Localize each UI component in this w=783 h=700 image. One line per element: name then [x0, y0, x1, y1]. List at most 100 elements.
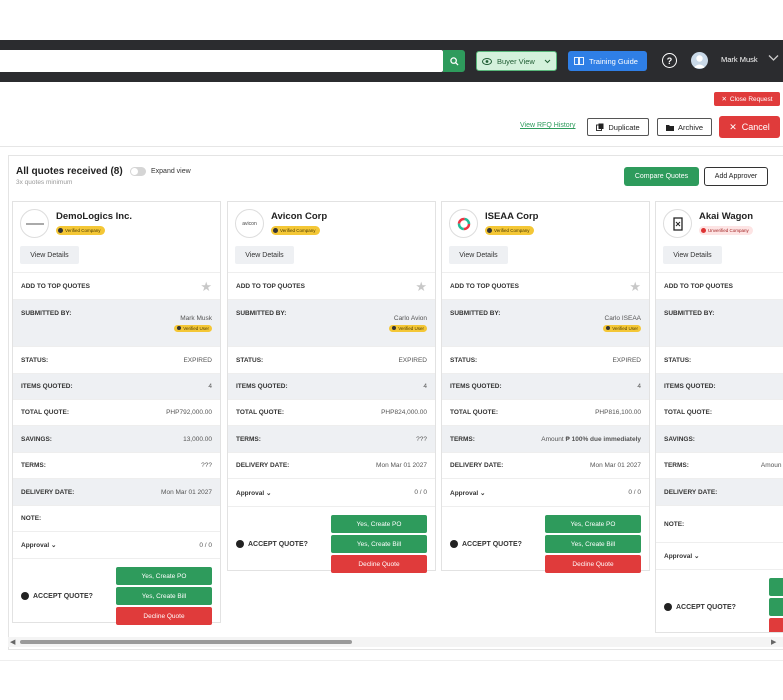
archive-button[interactable]: Archive	[657, 118, 712, 136]
submitter-name: Carlo ISEAA	[604, 314, 642, 322]
view-rfq-history-link[interactable]: View RFQ History	[520, 122, 576, 129]
chevron-down-icon: ⌄	[265, 489, 272, 497]
view-details-button[interactable]: View Details	[449, 246, 508, 264]
quote-card: DemoLogics Inc. Verified Company View De…	[12, 201, 221, 625]
training-guide-label: Training Guide	[589, 56, 638, 66]
create-bill-button[interactable]	[769, 598, 783, 616]
decline-quote-button[interactable]: Decline Quote	[545, 555, 641, 573]
vendor-logo: avicon	[235, 209, 264, 238]
cancel-button[interactable]: ✕ Cancel	[719, 116, 780, 138]
close-request-button[interactable]: ✕ Close Request	[714, 92, 780, 106]
submitted-by-label: SUBMITTED BY:	[236, 310, 287, 317]
search-input[interactable]	[0, 50, 443, 72]
total-quote-value: PHP792,000.00	[166, 409, 212, 416]
vendor-name: DemoLogics Inc.	[56, 211, 133, 222]
quote-card: ISEAA Corp Verified Company View Details…	[441, 201, 650, 573]
create-bill-button[interactable]: Yes, Create Bill	[116, 587, 212, 605]
check-icon	[273, 228, 278, 233]
delivery-date-value: Mon Mar 01 2027	[161, 488, 212, 496]
savings-label: SAVINGS:	[664, 435, 695, 443]
scroll-right-icon[interactable]: ▶	[771, 638, 776, 646]
approval-count: 0 / 0	[414, 489, 427, 496]
add-approver-button[interactable]: Add Approver	[704, 167, 768, 186]
submitter-name: Carlo Avion	[393, 314, 427, 322]
accept-quote-label: ACCEPT QUOTE?	[462, 540, 522, 548]
delivery-date-label: DELIVERY DATE:	[664, 488, 718, 496]
view-details-button[interactable]: View Details	[20, 246, 79, 264]
accept-quote-label: ACCEPT QUOTE?	[33, 592, 93, 600]
archive-label: Archive	[677, 122, 703, 132]
create-po-button[interactable]: Yes, Create PO	[545, 515, 641, 533]
total-quote-value: PHP824,000.00	[381, 409, 427, 416]
buyer-view-dropdown[interactable]: Buyer View	[476, 51, 557, 71]
items-quoted-label: ITEMS QUOTED:	[664, 383, 716, 390]
divider	[0, 146, 783, 147]
search-button[interactable]	[443, 50, 465, 72]
star-icon[interactable]: ★	[200, 280, 212, 293]
approval-dropdown[interactable]: Approval ⌄ 0 / 0	[442, 479, 649, 507]
verified-user-label: Verified User	[183, 325, 209, 331]
approval-dropdown[interactable]: Approval ⌄ 0 / 0	[13, 532, 220, 559]
unverified-company-label: Unverified Company	[708, 228, 749, 233]
user-name[interactable]: Mark Musk	[721, 55, 758, 64]
scroll-left-icon[interactable]: ◀	[10, 638, 15, 646]
create-po-button[interactable]: Yes, Create PO	[116, 567, 212, 585]
items-quoted-value: 4	[208, 383, 212, 390]
vendor-logo	[663, 209, 692, 238]
status-label: STATUS:	[236, 356, 264, 364]
view-details-button[interactable]: View Details	[663, 246, 722, 264]
check-icon	[487, 228, 492, 233]
vendor-name: ISEAA Corp	[485, 211, 539, 222]
approval-dropdown[interactable]: Approval ⌄	[656, 543, 783, 570]
book-icon	[574, 57, 584, 65]
verified-company-label: Verified Company	[65, 228, 101, 233]
note-label: NOTE:	[21, 515, 42, 522]
terms-amount: ₱ 100% due immediately	[565, 435, 641, 443]
approval-label: Approval	[21, 542, 50, 549]
verified-user-label: Verified User	[612, 325, 638, 331]
expand-view-toggle[interactable]	[130, 167, 146, 176]
delivery-date-value: Mon Mar 01 2027	[590, 462, 641, 469]
verified-user-label: Verified User	[398, 325, 424, 331]
decline-quote-button[interactable]: Decline Quote	[116, 607, 212, 625]
terms-label: TERMS:	[236, 435, 261, 443]
star-icon[interactable]: ★	[629, 280, 641, 293]
create-bill-button[interactable]: Yes, Create Bill	[545, 535, 641, 553]
verified-company-label: Verified Company	[280, 228, 316, 233]
view-details-button[interactable]: View Details	[235, 246, 294, 264]
verified-user-badge: Verified User	[603, 324, 641, 332]
total-quote-value: PHP816,100.00	[595, 409, 641, 416]
status-label: STATUS:	[450, 356, 478, 364]
compare-quotes-button[interactable]: Compare Quotes	[624, 167, 699, 186]
create-po-button[interactable]	[769, 578, 783, 596]
status-value: EXPIRED	[398, 356, 427, 364]
expand-view-label: Expand view	[151, 168, 191, 175]
star-icon[interactable]: ★	[415, 280, 427, 293]
search-icon	[449, 56, 459, 66]
delivery-date-label: DELIVERY DATE:	[450, 462, 504, 469]
decline-quote-button[interactable]: Decline Quote	[331, 555, 427, 573]
help-icon[interactable]: ?	[662, 53, 677, 68]
check-icon	[606, 326, 611, 330]
chevron-down-icon[interactable]	[768, 54, 779, 62]
duplicate-button[interactable]: Duplicate	[587, 118, 649, 136]
approval-count: 0 / 0	[199, 541, 212, 549]
create-bill-button[interactable]: Yes, Create Bill	[331, 535, 427, 553]
chevron-down-icon: ⌄	[50, 542, 57, 549]
scrollbar-thumb[interactable]	[20, 640, 352, 644]
close-icon: ✕	[729, 121, 737, 132]
total-quote-label: TOTAL QUOTE:	[664, 409, 713, 416]
create-po-button[interactable]: Yes, Create PO	[331, 515, 427, 533]
check-icon	[177, 326, 182, 330]
savings-label: SAVINGS:	[21, 435, 52, 443]
savings-value: 13,000.00	[183, 435, 212, 443]
user-icon	[236, 540, 244, 548]
close-icon: ✕	[721, 96, 727, 103]
terms-value: ???	[416, 435, 427, 443]
training-guide-button[interactable]: Training Guide	[568, 51, 647, 71]
top-navigation-bar: Buyer View Training Guide ? Mark Musk	[0, 40, 783, 82]
accept-quote-label: ACCEPT QUOTE?	[248, 540, 308, 548]
approval-dropdown[interactable]: Approval ⌄ 0 / 0	[228, 479, 435, 507]
avatar[interactable]	[691, 52, 708, 69]
decline-quote-button[interactable]	[769, 618, 783, 632]
